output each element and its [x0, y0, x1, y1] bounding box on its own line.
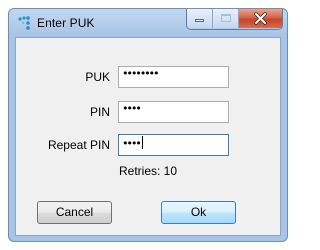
pin-input[interactable]: •••• [118, 101, 229, 123]
puk-input[interactable]: •••••••• [118, 66, 229, 88]
minimize-icon [195, 19, 204, 22]
maximize-button [213, 9, 239, 28]
puk-value: •••••••• [122, 67, 160, 80]
ok-button[interactable]: Ok [161, 201, 236, 224]
app-dots-icon [18, 16, 30, 30]
title-bar[interactable]: Enter PUK [9, 9, 287, 37]
close-button[interactable] [239, 9, 282, 28]
window-title: Enter PUK [37, 16, 95, 30]
puk-label: PUK [85, 70, 110, 84]
minimize-button[interactable] [187, 9, 213, 28]
pin-label: PIN [89, 105, 110, 119]
cancel-button[interactable]: Cancel [37, 201, 112, 224]
text-caret [141, 136, 143, 149]
window-controls [186, 9, 283, 30]
repeat-pin-label: Repeat PIN [47, 138, 110, 152]
close-icon [254, 12, 267, 25]
dialog-body: PUK •••••••• PIN •••• Repeat PIN •••• Re… [15, 37, 281, 236]
maximize-icon [221, 14, 231, 22]
repeat-pin-input[interactable]: •••• [118, 134, 229, 156]
pin-value: •••• [122, 102, 142, 115]
repeat-pin-value: •••• [122, 137, 142, 150]
enter-puk-dialog: Enter PUK PUK •••••••• PIN •••• Repeat P… [8, 8, 288, 242]
retries-text: Retries: 10 [119, 164, 178, 178]
